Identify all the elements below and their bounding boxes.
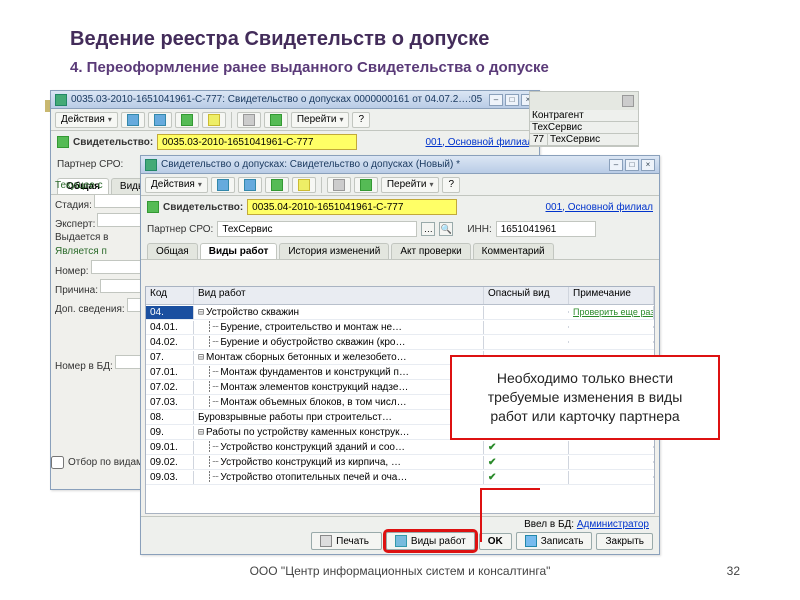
tab-comment[interactable]: Комментарий bbox=[473, 243, 554, 259]
titlebar-text: 0035.03-2010-1651041961-С-777: Свидетель… bbox=[71, 94, 482, 105]
printer-icon bbox=[320, 535, 332, 547]
save-icon bbox=[525, 535, 537, 547]
slide-footer: ООО "Центр информационных систем и конса… bbox=[0, 564, 800, 578]
cert-number-field[interactable]: 0035.04-2010-1651041961-С-777 bbox=[247, 199, 457, 215]
db-user-link[interactable]: Администратор bbox=[577, 519, 649, 530]
ok-button[interactable]: OK bbox=[479, 533, 512, 550]
minimize-button[interactable]: – bbox=[609, 159, 623, 171]
callout-connector bbox=[480, 488, 482, 542]
tb-icon[interactable] bbox=[211, 177, 235, 193]
table-row[interactable]: 09.01. ┊┈Устройство конструкций зданий и… bbox=[146, 440, 654, 455]
table-row[interactable]: 09.03. ┊┈Устройство отопительных печей и… bbox=[146, 470, 654, 485]
print-button[interactable]: Печать bbox=[311, 532, 382, 550]
table-row[interactable]: 04.⊟Устройство скважинПроверить еще раз!… bbox=[146, 305, 654, 320]
partner-label: Партнер СРО: bbox=[147, 224, 213, 235]
partner-field[interactable]: ТехСервис bbox=[217, 221, 417, 237]
slide-title: Ведение реестра Свидетельств о допуске bbox=[70, 28, 760, 51]
inn-field: 1651041961 bbox=[496, 221, 596, 237]
app-icon bbox=[145, 159, 157, 171]
tab-works[interactable]: Виды работ bbox=[200, 243, 278, 259]
tb-icon[interactable] bbox=[121, 112, 145, 128]
cert-label: Свидетельство: bbox=[163, 202, 243, 213]
maximize-button[interactable]: □ bbox=[625, 159, 639, 171]
titlebar-1[interactable]: 0035.03-2010-1651041961-С-777: Свидетель… bbox=[51, 91, 539, 109]
tb-icon[interactable] bbox=[238, 177, 262, 193]
cert-icon bbox=[57, 136, 69, 148]
tb-icon[interactable] bbox=[202, 112, 226, 128]
works-types-button[interactable]: Виды работ bbox=[386, 532, 475, 550]
tab-general[interactable]: Общая bbox=[147, 243, 198, 259]
close-button[interactable]: × bbox=[641, 159, 655, 171]
close-button[interactable]: Закрыть bbox=[596, 533, 653, 550]
slide-subtitle: 4. Переоформление ранее выданного Свидет… bbox=[70, 59, 760, 76]
table-row[interactable]: 04.01. ┊┈Бурение, строительство и монтаж… bbox=[146, 320, 654, 335]
help-button[interactable]: ? bbox=[352, 112, 370, 128]
toolbar-2: Действия Перейти ? bbox=[141, 174, 659, 196]
table-row[interactable]: 09.02. ┊┈Устройство конструкций из кирпи… bbox=[146, 455, 654, 470]
table-row[interactable]: 04.02. ┊┈Бурение и обустройство скважин … bbox=[146, 335, 654, 350]
callout-connector bbox=[480, 488, 540, 490]
titlebar-text: Свидетельство о допусках: Свидетельство … bbox=[161, 159, 460, 170]
col-code[interactable]: Код bbox=[146, 287, 194, 304]
toolbar-1: Действия Перейти ? bbox=[51, 109, 539, 131]
folder-icon bbox=[395, 535, 407, 547]
tb-icon[interactable] bbox=[148, 112, 172, 128]
cert-number-field[interactable]: 0035.03-2010-1651041961-С-777 bbox=[157, 134, 357, 150]
tb-icon[interactable] bbox=[292, 177, 316, 193]
minimize-button[interactable]: – bbox=[489, 94, 503, 106]
tb-icon[interactable] bbox=[354, 177, 378, 193]
select-button[interactable]: … bbox=[421, 222, 435, 236]
actions-menu[interactable]: Действия bbox=[145, 177, 208, 193]
callout-note: Необходимо только внести требуемые измен… bbox=[450, 355, 720, 440]
filter-checkbox[interactable] bbox=[51, 456, 64, 469]
branch-link[interactable]: 001, Основной филиал bbox=[426, 137, 534, 148]
partner-label: Партнер СРО: bbox=[57, 159, 123, 170]
right-panel: Контрагент ТехСервис 77ТехСервис bbox=[529, 91, 639, 147]
maximize-button[interactable]: □ bbox=[505, 94, 519, 106]
col-note[interactable]: Примечание bbox=[569, 287, 654, 304]
db-label: Ввел в БД: bbox=[524, 519, 574, 530]
tb-icon[interactable] bbox=[327, 177, 351, 193]
slide-number: 32 bbox=[727, 564, 740, 578]
filter-icon[interactable] bbox=[622, 95, 634, 107]
open-button[interactable]: 🔍 bbox=[439, 222, 453, 236]
branch-link[interactable]: 001, Основной филиал bbox=[546, 202, 654, 213]
tb-icon[interactable] bbox=[265, 177, 289, 193]
inn-label: ИНН: bbox=[467, 224, 491, 235]
save-button[interactable]: Записать bbox=[516, 532, 593, 550]
tb-icon[interactable] bbox=[237, 112, 261, 128]
tab-history[interactable]: История изменений bbox=[279, 243, 389, 259]
cert-label: Свидетельство: bbox=[73, 137, 153, 148]
goto-menu[interactable]: Перейти bbox=[291, 112, 350, 128]
help-button[interactable]: ? bbox=[442, 177, 460, 193]
tb-icon[interactable] bbox=[264, 112, 288, 128]
col-danger[interactable]: Опасный вид bbox=[484, 287, 569, 304]
tab-act[interactable]: Акт проверки bbox=[391, 243, 470, 259]
app-icon bbox=[55, 94, 67, 106]
titlebar-2[interactable]: Свидетельство о допусках: Свидетельство … bbox=[141, 156, 659, 174]
col-work[interactable]: Вид работ bbox=[194, 287, 484, 304]
actions-menu[interactable]: Действия bbox=[55, 112, 118, 128]
tb-icon[interactable] bbox=[175, 112, 199, 128]
cert-icon bbox=[147, 201, 159, 213]
goto-menu[interactable]: Перейти bbox=[381, 177, 440, 193]
